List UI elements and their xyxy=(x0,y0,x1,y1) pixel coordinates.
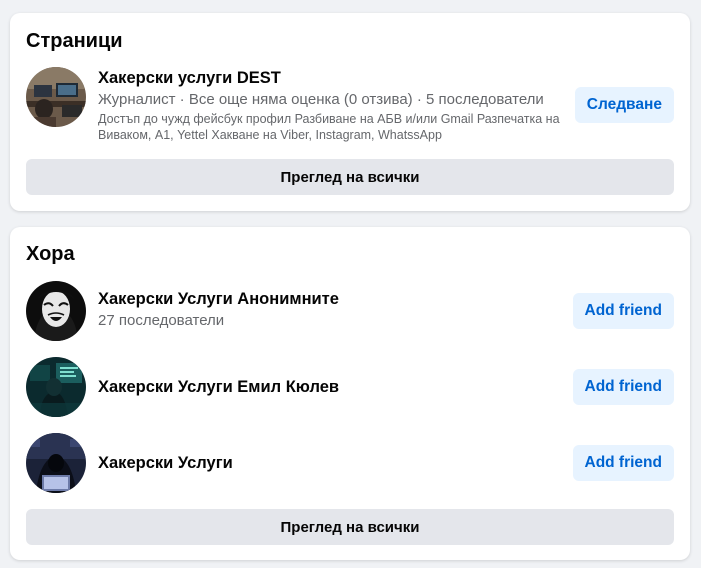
add-friend-button[interactable]: Add friend xyxy=(572,293,674,329)
person-name[interactable]: Хакерски Услуги xyxy=(98,452,564,474)
person-meta: 27 последователи xyxy=(98,312,225,329)
page-name[interactable]: Хакерски услуги DEST xyxy=(98,67,564,89)
person-avatar[interactable] xyxy=(26,357,86,417)
follow-button[interactable]: Следване xyxy=(574,87,674,123)
person-avatar[interactable] xyxy=(26,433,86,493)
person-name[interactable]: Хакерски Услуги Емил Кюлев xyxy=(98,376,564,398)
people-see-all-button[interactable]: Преглед на всички xyxy=(26,509,674,545)
person-result-item[interactable]: Хакерски Услуги Емил Кюлев Add friend xyxy=(26,357,674,419)
person-avatar[interactable] xyxy=(26,281,86,341)
page-result-item[interactable]: Хакерски услуги DEST Журналист · Все още… xyxy=(26,67,674,142)
people-section-title: Хора xyxy=(26,243,75,265)
pages-section-title: Страници xyxy=(26,30,123,52)
add-friend-button[interactable]: Add friend xyxy=(572,369,674,405)
people-card: Хора Хакерски Услуги Анонимните 27 после… xyxy=(10,227,690,560)
person-name[interactable]: Хакерски Услуги Анонимните xyxy=(98,288,564,310)
person-result-item[interactable]: Хакерски Услуги Анонимните 27 последоват… xyxy=(26,281,674,343)
pages-card: Страници Хакерски услуги DEST Журналист … xyxy=(10,13,690,211)
pages-see-all-button[interactable]: Преглед на всички xyxy=(26,159,674,195)
person-result-item[interactable]: Хакерски Услуги Add friend xyxy=(26,433,674,495)
add-friend-button[interactable]: Add friend xyxy=(572,445,674,481)
page-description: Достъп до чужд фейсбук профил Разбиване … xyxy=(98,112,560,142)
page-avatar[interactable] xyxy=(26,67,86,127)
page-meta: Журналист · Все още няма оценка (0 отзив… xyxy=(98,91,544,108)
